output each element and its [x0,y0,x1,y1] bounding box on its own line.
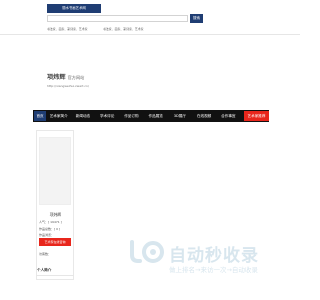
search-tags-secondary[interactable]: 书法家、画家、篆刻家、艺术家 [103,27,144,31]
profile-popularity: 人气：[ 19471 ] [39,220,62,224]
nav-item-news[interactable]: 新闻动态 [71,111,94,121]
profile-work-count: 作品总数：[ 0 ] [39,227,61,231]
profile-name: 项炜辉 [49,212,62,217]
nav-item-home[interactable]: 首页 [34,111,47,121]
nav-item-cooperation[interactable]: 合作事宜 [217,111,240,121]
profile-work-views: 作品浏览： [39,233,55,237]
avatar[interactable] [39,137,71,205]
search-tags-primary[interactable]: 书法家、画家、篆刻家、艺术家 [47,27,88,31]
watermark-subtitle: 做上排名→来访一次→自动收录 [169,266,258,274]
nav-item-artist-intro[interactable]: 艺术家简介 [47,111,70,121]
bio-section-divider [36,275,74,276]
header-divider [0,34,300,35]
main-nav: 首页 艺术家简介 新闻动态 学术评论 作品订购 作品展览 3D展厅 在线视频 合… [33,110,270,122]
search-box[interactable] [47,15,188,22]
watermark: 自动秒收录 做上排名→来访一次→自动收录 [126,239,292,277]
artist-url[interactable]: http://xiangweihui.zwart.cn/ [47,84,89,88]
nav-item-order[interactable]: 作品订购 [120,111,143,121]
nav-item-reviews[interactable]: 学术评论 [96,111,119,121]
artist-name-suffix: 官方网站 [67,75,85,80]
search-button[interactable]: 搜索 [190,14,203,23]
watermark-title: 自动秒收录 [169,246,259,266]
profile-visitors: 访客数： [39,252,52,256]
nav-item-video[interactable]: 在线视频 [192,111,215,121]
nav-item-3d-gallery[interactable]: 3D展厅 [168,111,191,121]
artist-name: 项炜辉 [47,74,66,81]
search-input[interactable] [49,16,186,21]
site-logo-badge[interactable]: 丽水书画艺术网 [47,4,101,13]
watermark-logo-icon [130,240,164,263]
nav-item-featured-artists[interactable]: 艺术家推荐 [243,111,270,121]
artist-title: 项炜辉 官方网站 [47,72,84,81]
nav-item-exhibition[interactable]: 作品展览 [144,111,167,121]
bio-section-title: 个人简介 [37,268,52,272]
consult-button[interactable]: 艺术家在线咨询 [39,238,71,246]
